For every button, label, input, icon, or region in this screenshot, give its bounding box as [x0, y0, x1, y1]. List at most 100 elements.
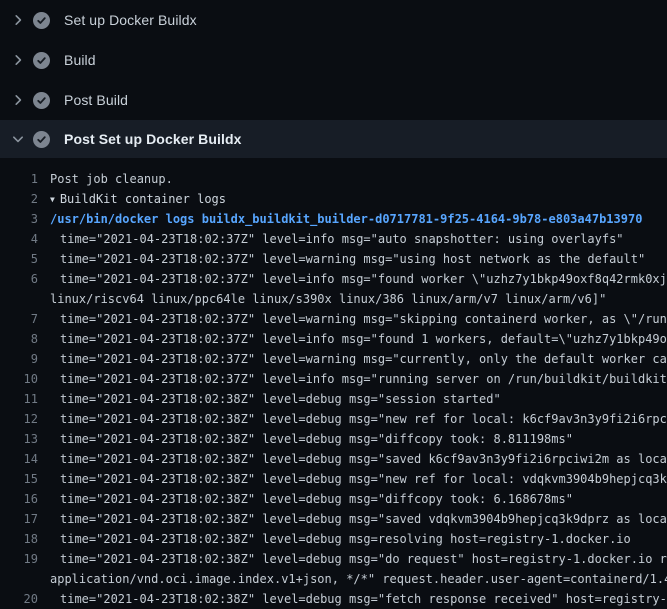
line-number[interactable]: 4: [0, 229, 38, 249]
line-number[interactable]: 10: [0, 369, 38, 389]
log-text-value: time="2021-04-23T18:02:38Z" level=debug …: [60, 492, 573, 506]
step-header[interactable]: Post Build: [0, 80, 667, 120]
log-row: 1 Post job cleanup.: [0, 169, 667, 189]
chevron-icon: [11, 13, 25, 27]
step-header[interactable]: Post Set up Docker Buildx: [0, 120, 667, 158]
line-number[interactable]: 2: [0, 189, 38, 209]
success-check-icon: [33, 12, 50, 29]
log-text[interactable]: ▼ BuildKit container logs: [38, 189, 226, 209]
line-number[interactable]: 11: [0, 389, 38, 409]
log-row: 13 time="2021-04-23T18:02:38Z" level=deb…: [0, 429, 667, 449]
log-row: 7 time="2021-04-23T18:02:37Z" level=warn…: [0, 309, 667, 329]
success-check-icon: [33, 52, 50, 69]
log-text: time="2021-04-23T18:02:37Z" level=info m…: [38, 269, 667, 289]
line-number[interactable]: 19: [0, 549, 38, 569]
line-number[interactable]: 14: [0, 449, 38, 469]
log-row: 6 time="2021-04-23T18:02:37Z" level=info…: [0, 269, 667, 289]
line-number[interactable]: 20: [0, 589, 38, 609]
log-text-value: time="2021-04-23T18:02:38Z" level=debug …: [60, 512, 667, 526]
log-text: time="2021-04-23T18:02:38Z" level=debug …: [38, 489, 573, 509]
log-text: time="2021-04-23T18:02:38Z" level=debug …: [38, 429, 573, 449]
log-text: linux/riscv64 linux/ppc64le linux/s390x …: [38, 289, 606, 309]
chevron-icon: [11, 93, 25, 107]
log-text-value: time="2021-04-23T18:02:38Z" level=debug …: [60, 452, 667, 466]
line-number[interactable]: 1: [0, 169, 38, 189]
log-text-value: time="2021-04-23T18:02:37Z" level=warnin…: [60, 252, 645, 266]
log-text: time="2021-04-23T18:02:37Z" level=info m…: [38, 229, 624, 249]
log-row: 19 time="2021-04-23T18:02:38Z" level=deb…: [0, 549, 667, 569]
line-number[interactable]: 17: [0, 509, 38, 529]
step-label: Build: [64, 52, 96, 68]
log-row: 14 time="2021-04-23T18:02:38Z" level=deb…: [0, 449, 667, 469]
success-check-icon: [33, 92, 50, 109]
line-number[interactable]: 12: [0, 409, 38, 429]
log-text-value: time="2021-04-23T18:02:38Z" level=debug …: [60, 412, 667, 426]
line-number[interactable]: 5: [0, 249, 38, 269]
step-header[interactable]: Build: [0, 40, 667, 80]
log-text: time="2021-04-23T18:02:38Z" level=debug …: [38, 389, 501, 409]
step-label: Post Build: [64, 92, 128, 108]
group-collapse-icon: ▼: [50, 190, 55, 209]
log-row: 18 time="2021-04-23T18:02:38Z" level=deb…: [0, 529, 667, 549]
log-row: 3 /usr/bin/docker logs buildx_buildkit_b…: [0, 209, 667, 229]
log-text-value: time="2021-04-23T18:02:38Z" level=debug …: [60, 592, 667, 606]
step-label: Post Set up Docker Buildx: [64, 131, 242, 147]
log-text-value: time="2021-04-23T18:02:38Z" level=debug …: [60, 392, 501, 406]
log-row: 9 time="2021-04-23T18:02:37Z" level=warn…: [0, 349, 667, 369]
success-check-icon: [33, 131, 50, 148]
log-text: time="2021-04-23T18:02:37Z" level=warnin…: [38, 349, 667, 369]
line-number[interactable]: 15: [0, 469, 38, 489]
log-row: 12 time="2021-04-23T18:02:38Z" level=deb…: [0, 409, 667, 429]
log-text-value: BuildKit container logs: [60, 192, 226, 206]
log-text-value: time="2021-04-23T18:02:37Z" level=warnin…: [60, 352, 667, 366]
step-label: Set up Docker Buildx: [64, 12, 197, 28]
line-number[interactable]: 8: [0, 329, 38, 349]
log-row: 15 time="2021-04-23T18:02:38Z" level=deb…: [0, 469, 667, 489]
line-number[interactable]: 18: [0, 529, 38, 549]
log-text-value: time="2021-04-23T18:02:38Z" level=debug …: [60, 532, 631, 546]
log-row: 10 time="2021-04-23T18:02:37Z" level=inf…: [0, 369, 667, 389]
line-number[interactable]: 16: [0, 489, 38, 509]
log-text-value: time="2021-04-23T18:02:37Z" level=info m…: [60, 332, 667, 346]
log-row: 4 time="2021-04-23T18:02:37Z" level=info…: [0, 229, 667, 249]
log-text-value: time="2021-04-23T18:02:37Z" level=info m…: [60, 372, 667, 386]
log-text: time="2021-04-23T18:02:37Z" level=warnin…: [38, 249, 645, 269]
log-text: time="2021-04-23T18:02:38Z" level=debug …: [38, 449, 667, 469]
log-row: 11 time="2021-04-23T18:02:38Z" level=deb…: [0, 389, 667, 409]
log-row: linux/riscv64 linux/ppc64le linux/s390x …: [0, 289, 667, 309]
log-text: time="2021-04-23T18:02:38Z" level=debug …: [38, 549, 667, 569]
log-text-value: time="2021-04-23T18:02:37Z" level=info m…: [60, 272, 667, 286]
log-row: 17 time="2021-04-23T18:02:38Z" level=deb…: [0, 509, 667, 529]
log-row: 20 time="2021-04-23T18:02:38Z" level=deb…: [0, 589, 667, 609]
steps-list: Set up Docker Buildx Build P: [0, 0, 667, 158]
log-text-value: application/vnd.oci.image.index.v1+json,…: [50, 572, 667, 586]
line-number[interactable]: 3: [0, 209, 38, 229]
log-text-value: linux/riscv64 linux/ppc64le linux/s390x …: [50, 292, 606, 306]
line-number[interactable]: [0, 289, 38, 309]
log-text: time="2021-04-23T18:02:38Z" level=debug …: [38, 509, 667, 529]
log-text: time="2021-04-23T18:02:37Z" level=info m…: [38, 329, 667, 349]
log-text: time="2021-04-23T18:02:38Z" level=debug …: [38, 529, 631, 549]
log-text: application/vnd.oci.image.index.v1+json,…: [38, 569, 667, 589]
log-text: time="2021-04-23T18:02:37Z" level=info m…: [38, 369, 667, 389]
log-row: 2 ▼ BuildKit container logs: [0, 189, 667, 209]
log-text-value: time="2021-04-23T18:02:37Z" level=warnin…: [60, 312, 667, 326]
log-row: 8 time="2021-04-23T18:02:37Z" level=info…: [0, 329, 667, 349]
chevron-icon: [11, 53, 25, 67]
log-text-value: Post job cleanup.: [50, 172, 173, 186]
log-text-value: time="2021-04-23T18:02:38Z" level=debug …: [60, 472, 667, 486]
log-text: time="2021-04-23T18:02:38Z" level=debug …: [38, 409, 667, 429]
log-text: time="2021-04-23T18:02:38Z" level=debug …: [38, 469, 667, 489]
line-number[interactable]: 7: [0, 309, 38, 329]
line-number[interactable]: 13: [0, 429, 38, 449]
log-row: 5 time="2021-04-23T18:02:37Z" level=warn…: [0, 249, 667, 269]
line-number[interactable]: 6: [0, 269, 38, 289]
log-text: time="2021-04-23T18:02:38Z" level=debug …: [38, 589, 667, 609]
log-text-value: time="2021-04-23T18:02:37Z" level=info m…: [60, 232, 624, 246]
line-number[interactable]: 9: [0, 349, 38, 369]
log-area: 1 Post job cleanup. 2 ▼ BuildKit containe…: [0, 158, 667, 609]
step-header[interactable]: Set up Docker Buildx: [0, 0, 667, 40]
log-text: Post job cleanup.: [38, 169, 173, 189]
line-number[interactable]: [0, 569, 38, 589]
log-text: /usr/bin/docker logs buildx_buildkit_bui…: [38, 209, 642, 229]
